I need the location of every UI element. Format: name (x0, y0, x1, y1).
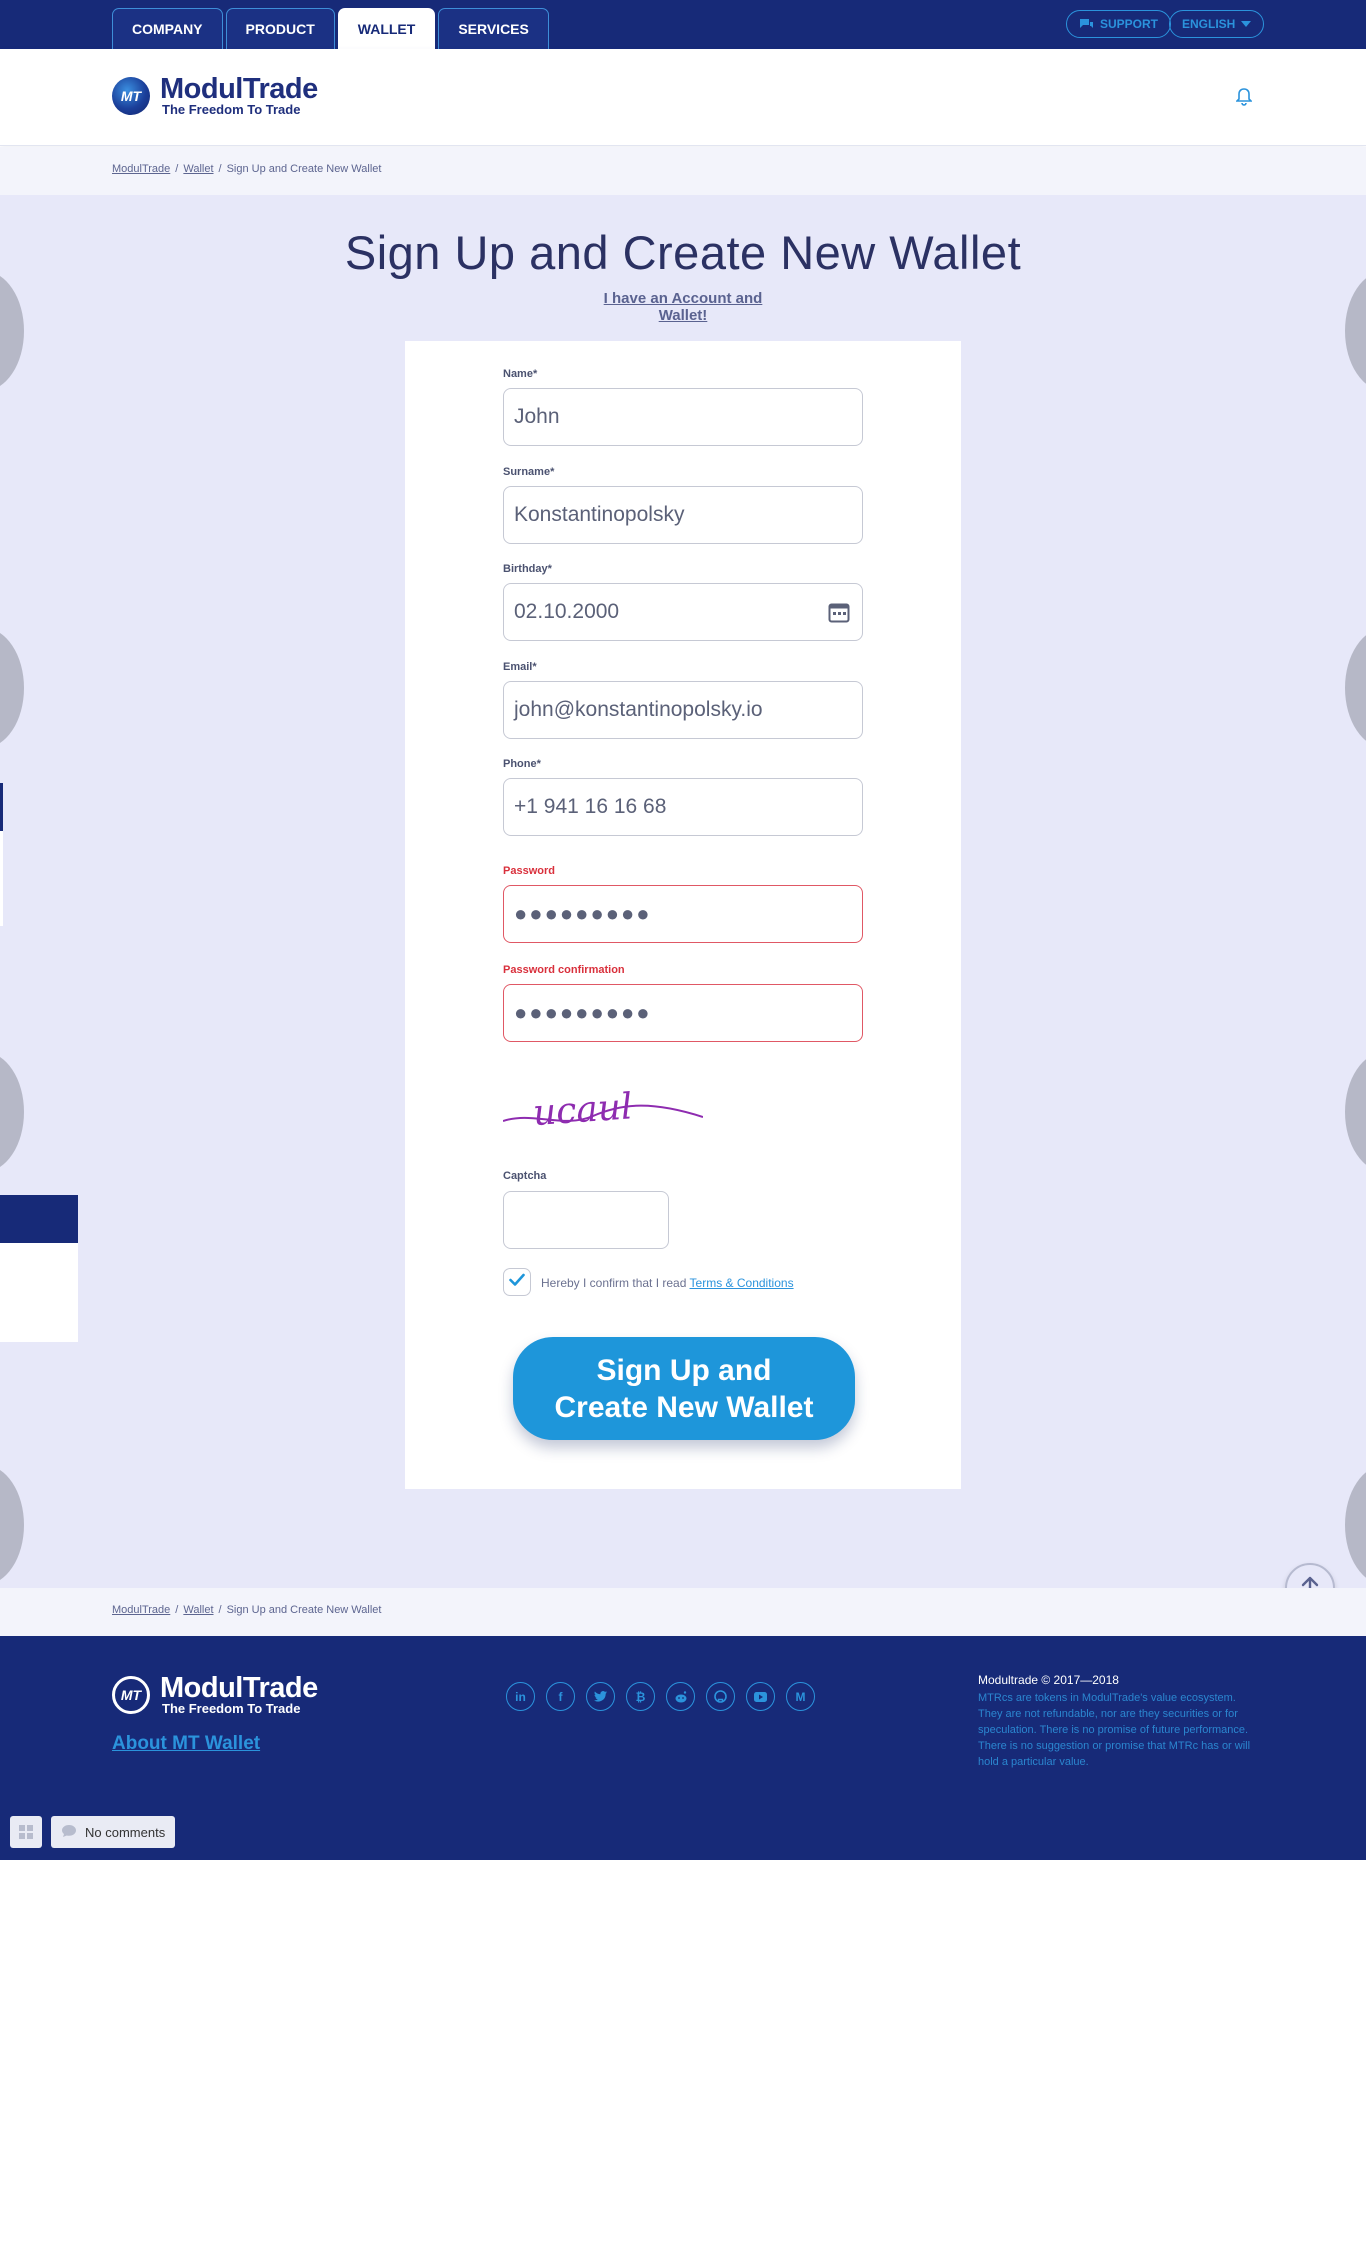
site-header: MT ModulTrade The Freedom To Trade (0, 49, 1366, 146)
surname-field[interactable]: Konstantinopolsky (503, 486, 863, 544)
birthday-field[interactable]: 02.10.2000 (503, 583, 863, 641)
breadcrumb-current: Sign Up and Create New Wallet (226, 1604, 382, 1616)
terms-checkbox[interactable] (503, 1268, 531, 1296)
globe-logo-icon: MT (112, 1675, 150, 1714)
bell-icon[interactable] (1235, 87, 1253, 112)
linkedin-icon[interactable]: in (506, 1682, 535, 1711)
tab-wallet[interactable]: WALLET (337, 8, 436, 49)
globe-logo-icon: MT (112, 76, 150, 115)
terms-text: Hereby I confirm that I read Terms & Con… (541, 1276, 794, 1290)
password-confirmation-label: Password confirmation (503, 964, 625, 976)
breadcrumb-separator: / (218, 163, 222, 175)
top-tabs: COMPANY PRODUCT WALLET SERVICES (112, 8, 549, 49)
terms-statement: Hereby I confirm that I read (541, 1276, 687, 1290)
twitter-icon[interactable] (586, 1682, 615, 1711)
name-label: Name* (503, 368, 538, 380)
calendar-icon[interactable] (828, 601, 850, 629)
decorative-shape (0, 1465, 24, 1585)
caret-down-icon (1241, 20, 1252, 28)
birthday-value: 02.10.2000 (514, 600, 620, 623)
chat-icon (1079, 18, 1094, 30)
password-label: Password (503, 865, 555, 877)
breadcrumb-separator: / (175, 163, 179, 175)
password-field[interactable]: ●●●●●●●●● (503, 885, 863, 943)
bitcointalk-icon[interactable]: ₿ (626, 1682, 655, 1711)
site-footer: MT ModulTrade The Freedom To Trade About… (0, 1636, 1366, 1860)
top-navigation-bar: COMPANY PRODUCT WALLET SERVICES SUPPORT … (0, 0, 1366, 49)
decorative-shape (0, 271, 24, 391)
side-strip (0, 783, 3, 926)
comment-bubble-icon (61, 1824, 77, 1841)
existing-account-link[interactable]: I have an Account and Wallet! (580, 290, 786, 324)
breadcrumb: ModulTrade / Wallet / Sign Up and Create New… (112, 163, 381, 175)
support-label: SUPPORT (1100, 17, 1159, 31)
captcha-field[interactable] (503, 1191, 669, 1249)
reddit-icon[interactable] (666, 1682, 695, 1711)
tab-services[interactable]: SERVICES (438, 8, 549, 49)
captcha-label: Captcha (503, 1170, 547, 1182)
email-field[interactable]: john@konstantinopolsky.io (503, 681, 863, 739)
page-title: Sign Up and Create New Wallet (344, 226, 1022, 279)
footer-logo[interactable]: MT ModulTrade The Freedom To Trade (112, 1674, 318, 1715)
side-panel-tab[interactable] (0, 1195, 78, 1342)
brand-tagline: The Freedom To Trade (162, 102, 301, 117)
breadcrumb-bar-bottom: ModulTrade / Wallet / Sign Up and Create New… (0, 1588, 1366, 1636)
footer-brand-tagline: The Freedom To Trade (162, 1701, 301, 1716)
signup-form: Name* John Surname* Konstantinopolsky Bi… (405, 341, 961, 1489)
copyright-text: Modultrade © 2017—2018 (978, 1673, 1119, 1687)
breadcrumb-link-wallet[interactable]: Wallet (183, 1604, 213, 1616)
decorative-shape (0, 628, 24, 748)
email-label: Email* (503, 661, 537, 673)
footer-brand-name: ModulTrade (160, 1672, 318, 1704)
decorative-shape (1345, 628, 1366, 748)
github-icon[interactable] (706, 1682, 735, 1711)
footer-brand-text: ModulTrade The Freedom To Trade (160, 1672, 318, 1716)
tab-company[interactable]: COMPANY (112, 8, 223, 49)
breadcrumb-link-modultrade[interactable]: ModulTrade (112, 1604, 170, 1616)
comments-button[interactable]: No comments (51, 1816, 176, 1848)
breadcrumb-current: Sign Up and Create New Wallet (226, 163, 382, 175)
grid-icon[interactable] (10, 1816, 42, 1848)
decorative-shape (0, 1052, 24, 1172)
brand-text: ModulTrade The Freedom To Trade (160, 73, 318, 117)
signup-submit-button[interactable]: Sign Up and Create New Wallet (513, 1337, 855, 1440)
surname-label: Surname* (503, 466, 555, 478)
comments-label: No comments (85, 1824, 166, 1840)
facebook-icon[interactable]: f (546, 1682, 575, 1711)
breadcrumb: ModulTrade / Wallet / Sign Up and Create New… (112, 1604, 381, 1616)
footer-legal: Modultrade © 2017—2018 MTRcs are tokens … (978, 1673, 1258, 1770)
decorative-shape (1345, 271, 1366, 391)
password-confirmation-field[interactable]: ●●●●●●●●● (503, 984, 863, 1042)
captcha-image: ucaul (502, 1081, 704, 1136)
phone-field[interactable]: +1 941 16 16 68 (503, 778, 863, 836)
checkmark-icon (509, 1273, 525, 1291)
birthday-label: Birthday* (503, 563, 552, 575)
brand-logo[interactable]: MT ModulTrade The Freedom To Trade (112, 75, 318, 116)
support-button[interactable]: SUPPORT (1066, 10, 1172, 38)
social-links: in f ₿ M (506, 1682, 815, 1711)
breadcrumb-separator: / (218, 1604, 222, 1616)
language-select[interactable]: ENGLISH (1169, 10, 1265, 38)
youtube-icon[interactable] (746, 1682, 775, 1711)
breadcrumb-link-wallet[interactable]: Wallet (183, 163, 213, 175)
name-field[interactable]: John (503, 388, 863, 446)
submit-label-line2: Create New Wallet (554, 1390, 814, 1424)
brand-name: ModulTrade (160, 73, 318, 105)
breadcrumb-bar-top: ModulTrade / Wallet / Sign Up and Create New… (0, 147, 1366, 195)
breadcrumb-link-modultrade[interactable]: ModulTrade (112, 163, 170, 175)
captcha-text: ucaul (532, 1086, 634, 1131)
about-wallet-link[interactable]: About MT Wallet (112, 1733, 260, 1755)
tab-product[interactable]: PRODUCT (225, 8, 335, 49)
disclaimer-text: MTRcs are tokens in ModulTrade's value e… (978, 1692, 1251, 1768)
submit-label-line1: Sign Up and (596, 1353, 772, 1387)
phone-label: Phone* (503, 758, 541, 770)
decorative-shape (1345, 1465, 1366, 1585)
decorative-shape (1345, 1052, 1366, 1172)
annotation-toolbar: No comments (10, 1816, 176, 1848)
language-label: ENGLISH (1182, 17, 1236, 31)
breadcrumb-separator: / (175, 1604, 179, 1616)
terms-link[interactable]: Terms & Conditions (690, 1276, 794, 1290)
medium-icon[interactable]: M (786, 1682, 815, 1711)
